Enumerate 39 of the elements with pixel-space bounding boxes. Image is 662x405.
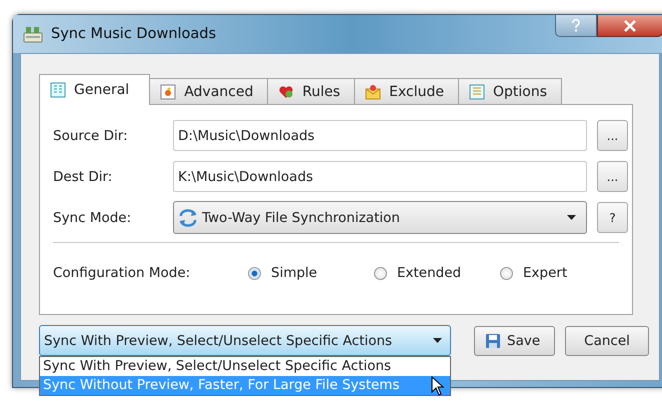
sync-mode-dropdown[interactable]: Two-Way File Synchronization [173,201,587,234]
window-title: Sync Music Downloads [51,26,216,42]
picture-icon [160,84,176,100]
field-label: Source Dir: [53,128,129,144]
app-icon [23,25,43,43]
question-icon [571,19,581,32]
close-icon [623,20,637,32]
radio-option[interactable]: Extended [374,265,500,281]
table-icon [50,82,66,98]
radio-button[interactable] [374,266,387,280]
tab[interactable]: General [39,74,150,105]
radio-option[interactable]: Simple [248,265,374,281]
path-input-field[interactable]: K:\Music\Downloads [173,161,587,192]
browse-button[interactable]: ... [597,120,628,151]
caret-icon [433,338,442,343]
help-button[interactable]: ? [597,202,628,233]
field-label: Sync Mode: [53,210,132,226]
field-label: Dest Dir: [53,168,114,184]
sync-arrows-icon [178,208,198,226]
tab[interactable]: Options [458,78,562,104]
caret-icon [567,215,576,220]
dropdown-option[interactable]: Sync With Preview, Select/Unselect Specific Actions [40,357,450,376]
tab[interactable]: Exclude [354,78,459,104]
field-label: Configuration Mode: [53,265,192,281]
browse-button[interactable]: ... [597,161,628,192]
tab[interactable]: Advanced [149,78,268,104]
save-button[interactable]: Save [474,326,556,356]
envelope-icon [365,84,382,100]
path-input-field[interactable]: D:\Music\Downloads [173,120,587,151]
radio-option[interactable]: Expert [500,265,568,281]
help-button[interactable] [555,15,597,37]
radio-button[interactable] [500,266,513,280]
cancel-button[interactable]: Cancel [565,326,649,356]
tab[interactable]: Rules [267,78,356,104]
hearts-icon [278,84,294,100]
close-button[interactable] [597,15,662,37]
radio-button[interactable] [248,266,261,280]
list-icon [468,84,485,100]
sync-action-dropdown[interactable]: Sync With Preview, Select/Unselect Specific Actions [39,325,451,356]
